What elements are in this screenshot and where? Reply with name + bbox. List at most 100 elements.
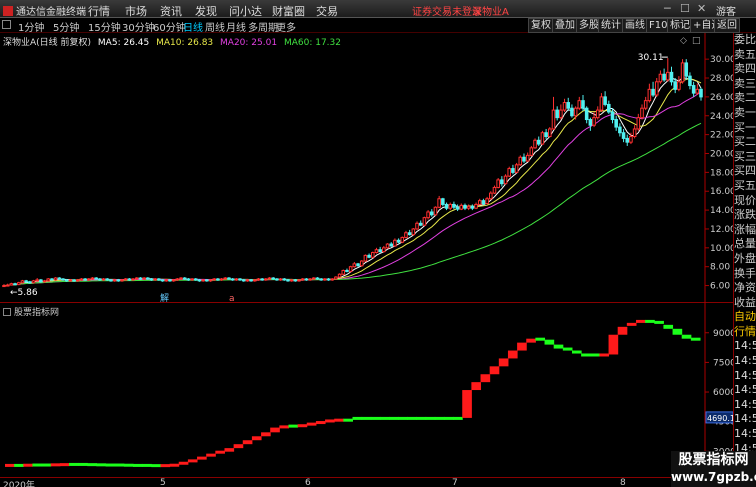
- watermark-title: 股票指标网: [678, 452, 749, 468]
- candle-body: [28, 281, 32, 284]
- indicator-settings-icon[interactable]: [3, 308, 11, 316]
- tab-15min[interactable]: 15分钟: [88, 19, 121, 34]
- candle-body: [13, 283, 17, 286]
- menu-jiaoyi[interactable]: 交易: [316, 3, 338, 19]
- panel-item-14: 总量: [734, 237, 756, 251]
- indicator-step-up: [297, 424, 308, 428]
- candle-body: [293, 279, 298, 282]
- y-tick-label: 6.00: [710, 282, 730, 292]
- panel-item-23: 14:50: [734, 368, 756, 382]
- indicator-step-up: [5, 463, 15, 467]
- legend-ma10: MA10: 26.83: [156, 38, 214, 48]
- app-name: 通达信金融终端: [16, 7, 86, 18]
- draw-line-button[interactable]: 画线: [622, 18, 648, 33]
- minimize-icon[interactable]: ─: [664, 2, 671, 15]
- menu-faxian[interactable]: 发现: [195, 3, 217, 19]
- candle-body: [433, 206, 438, 216]
- indicator-step-up: [215, 450, 225, 454]
- candle-body: [345, 269, 349, 272]
- candle-body: [105, 278, 110, 281]
- indicator-step-up: [242, 440, 253, 445]
- watermark-url: www.7gpzb.com: [671, 470, 756, 484]
- candle-body: [573, 107, 578, 117]
- tab-weekly[interactable]: 周线: [205, 19, 225, 34]
- main-kline-chart[interactable]: 6.00 8.00 10.00 12.00 14.00 16.00 18.00 20.00 22…: [0, 33, 736, 304]
- panel-item-21: 14:50: [734, 339, 756, 353]
- indicator-title: 股票指标网: [3, 305, 59, 318]
- candle-body: [647, 88, 652, 102]
- layout-icon[interactable]: [2, 20, 11, 29]
- tab-60min[interactable]: 60分钟: [153, 19, 186, 34]
- indicator-step-up: [261, 432, 271, 437]
- indicator-step-down: [352, 416, 363, 420]
- candle-body: [286, 279, 290, 282]
- overlay-button[interactable]: 叠加: [552, 18, 578, 33]
- panel-item-3: 卖三: [734, 76, 756, 90]
- indicator-step-up: [334, 418, 344, 422]
- candle-body: [300, 278, 305, 281]
- candle-body: [323, 278, 327, 281]
- candle-body: [536, 139, 541, 145]
- candle-body: [503, 175, 508, 185]
- y-tick-label: 28.00: [710, 74, 733, 84]
- menu-zixun[interactable]: 资讯: [160, 3, 182, 19]
- low-price-label: ←5.86: [10, 288, 38, 298]
- candle-body: [134, 277, 139, 280]
- y-tick-label: 12.00: [710, 225, 733, 235]
- indicator-step-down: [361, 416, 372, 420]
- close-icon[interactable]: ✕: [697, 2, 706, 15]
- y-tick-label: 18.00: [710, 168, 733, 178]
- menu-wenxiaoda[interactable]: 问小达: [229, 3, 262, 19]
- candle-body: [492, 186, 497, 194]
- current-value-label: 4690.16: [707, 414, 733, 423]
- guest-user[interactable]: 游客: [716, 3, 736, 18]
- candle-body: [53, 277, 58, 281]
- tab-30min[interactable]: 30分钟: [122, 19, 155, 34]
- panel-item-8: 买三: [734, 149, 756, 163]
- tab-monthly[interactable]: 月线: [226, 19, 246, 34]
- indicator-step-up: [169, 463, 180, 467]
- tab-5min[interactable]: 5分钟: [53, 19, 79, 34]
- candle-body: [50, 278, 54, 281]
- indicator-step-up: [315, 421, 326, 425]
- candle-body: [216, 278, 220, 281]
- candle-body: [651, 88, 655, 96]
- candle-body: [548, 128, 552, 138]
- x-label-2020: 2020年: [3, 481, 35, 487]
- candle-body: [98, 278, 102, 281]
- statistics-button[interactable]: 统计: [598, 18, 624, 33]
- tab-1min[interactable]: 1分钟: [18, 19, 44, 34]
- y-tick-label: 14.00: [710, 206, 733, 216]
- indicator-name: 股票指标网: [14, 308, 60, 318]
- panel-item-27: 14:50: [734, 427, 756, 441]
- candle-body: [264, 278, 268, 281]
- candle-body: [46, 278, 51, 282]
- legend-ma5: MA5: 26.45: [97, 38, 150, 48]
- indicator-svg[interactable]: 300045006000750090004690.16: [0, 303, 740, 477]
- menu-bar: 通达信金融终端 行情 市场 资讯 发现 问小达 财富圈 交易 证券交易未登录 深…: [0, 0, 756, 18]
- menu-shichang[interactable]: 市场: [125, 3, 147, 19]
- kline-svg[interactable]: 6.00 8.00 10.00 12.00 14.00 16.00 18.00 20.00 22…: [0, 33, 736, 304]
- back-button[interactable]: 返回: [714, 18, 740, 33]
- x-label-8: 8: [620, 478, 626, 487]
- tab-daily[interactable]: 日线: [183, 19, 203, 34]
- tab-more[interactable]: 更多: [276, 19, 296, 34]
- maximize-icon[interactable]: ☐: [680, 2, 690, 15]
- candle-body: [363, 254, 368, 262]
- menu-hangqing[interactable]: 行情: [88, 3, 110, 19]
- indicator-chart[interactable]: 300045006000750090004690.16 股票指标网: [0, 303, 740, 477]
- x-label-5: 5: [160, 478, 166, 487]
- menu-caifuquan[interactable]: 财富圈: [272, 3, 305, 19]
- candle-body: [308, 278, 312, 281]
- candle-body: [584, 107, 589, 121]
- candle-body: [190, 278, 194, 281]
- indicator-step-down: [553, 344, 564, 349]
- candle-body: [426, 211, 430, 219]
- candle-body: [330, 278, 335, 281]
- adjust-button[interactable]: 复权: [528, 18, 554, 33]
- candle-body: [540, 132, 545, 145]
- candle-body: [352, 263, 357, 268]
- candle-body: [227, 277, 231, 280]
- tab-multi-period[interactable]: 多周期: [248, 19, 278, 34]
- indicator-step-up: [325, 419, 335, 423]
